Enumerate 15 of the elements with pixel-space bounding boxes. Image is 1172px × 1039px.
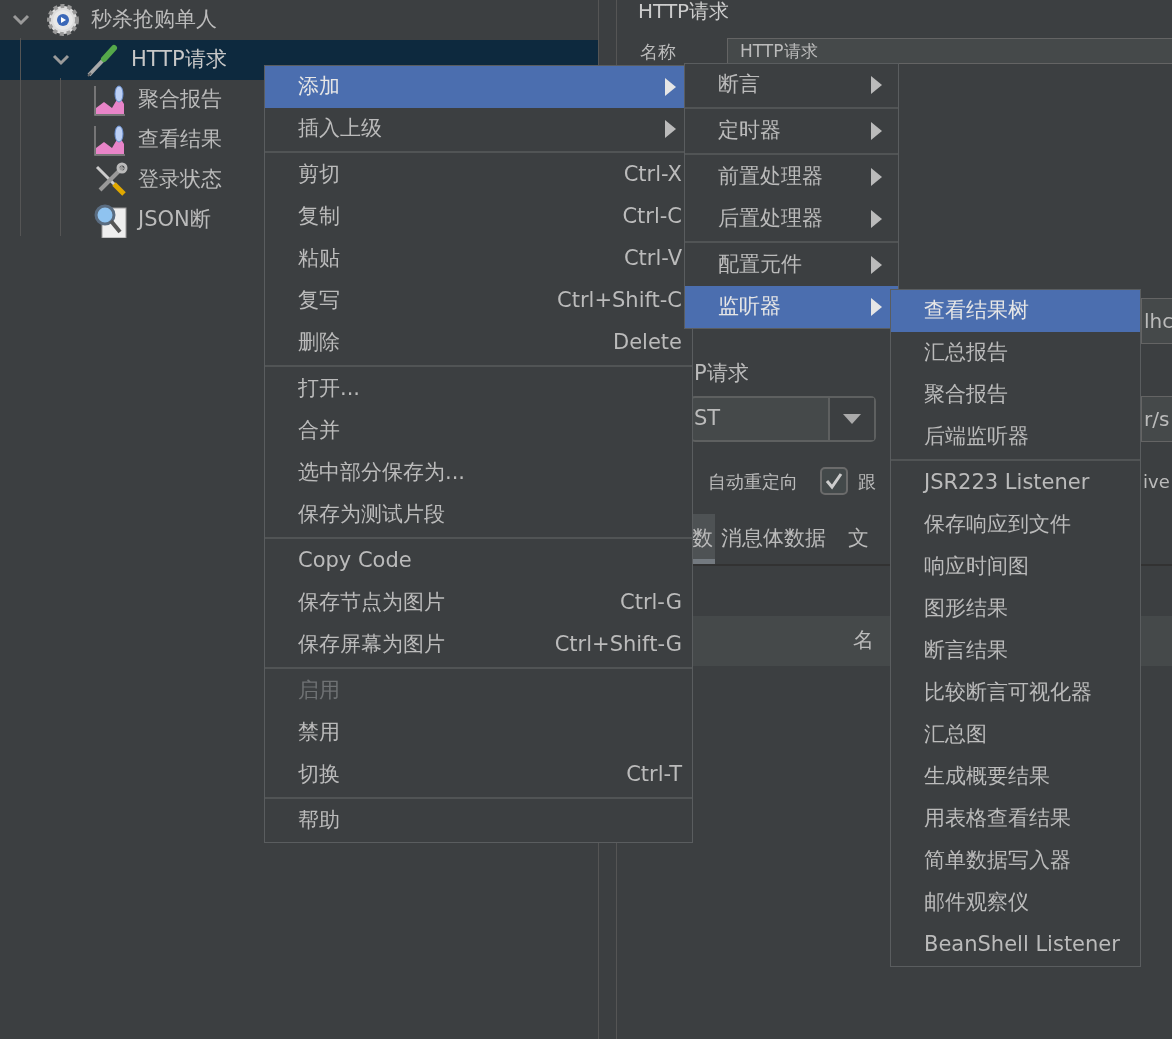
shortcut-text: Ctrl-V — [623, 245, 682, 273]
shortcut-text: Ctrl-X — [623, 161, 682, 189]
checkbox-label: ive — [1142, 469, 1171, 494]
checkbox-label: 跟 — [858, 469, 876, 494]
group-title: P请求 — [694, 360, 750, 386]
panel-title: HTTP请求 — [638, 0, 731, 22]
shortcut-text: Delete — [613, 329, 682, 357]
column-header: 名 — [853, 627, 874, 655]
checkbox-label: 自动重定向 — [708, 469, 798, 494]
shortcut-text: Ctrl+Shift-G — [554, 631, 682, 659]
shortcut-text: Ctrl+Shift-C — [557, 287, 682, 315]
shortcut-text: Ctrl-C — [622, 203, 682, 231]
field-label: 名称 — [640, 39, 677, 64]
shortcut-text: Ctrl-G — [620, 589, 682, 617]
shortcut-text: Ctrl-T — [626, 761, 682, 789]
